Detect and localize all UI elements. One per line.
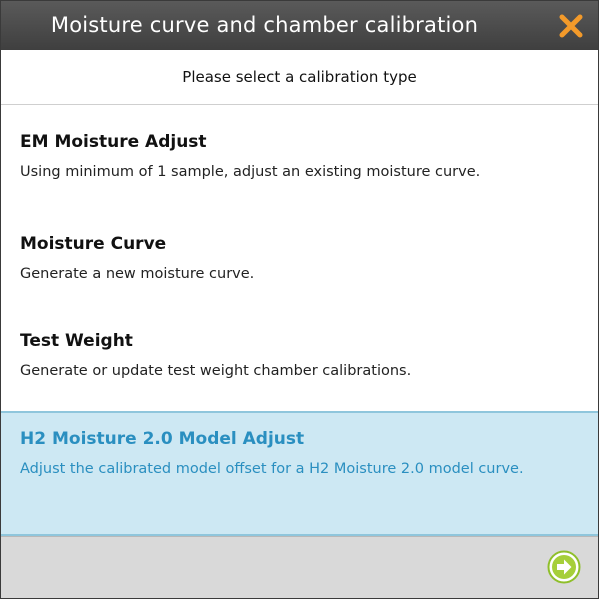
close-x-icon	[559, 14, 583, 38]
dialog-title: Moisture curve and chamber calibration	[50, 13, 479, 37]
instruction-text: Please select a calibration type	[182, 68, 417, 86]
option-title: H2 Moisture 2.0 Model Adjust	[20, 429, 305, 449]
footer-bar	[1, 536, 598, 598]
close-button[interactable]	[558, 13, 584, 39]
option-description: Generate or update test weight chamber c…	[20, 363, 412, 379]
option-title: Test Weight	[20, 331, 133, 351]
option-description: Generate a new moisture curve.	[20, 266, 255, 282]
instruction-bar: Please select a calibration type	[1, 50, 598, 105]
option-test-weight[interactable]: Test Weight Generate or update test weig…	[1, 331, 598, 391]
next-button[interactable]	[547, 550, 581, 584]
option-title: Moisture Curve	[20, 234, 167, 254]
option-description: Using minimum of 1 sample, adjust an exi…	[20, 164, 481, 180]
option-title: EM Moisture Adjust	[20, 132, 207, 152]
option-h2-moisture-model-adjust[interactable]: H2 Moisture 2.0 Model Adjust Adjust the …	[1, 411, 598, 536]
option-em-moisture-adjust[interactable]: EM Moisture Adjust Using minimum of 1 sa…	[1, 132, 598, 192]
option-description: Adjust the calibrated model offset for a…	[20, 461, 524, 477]
calibration-dialog: Moisture curve and chamber calibration P…	[0, 0, 599, 599]
option-moisture-curve[interactable]: Moisture Curve Generate a new moisture c…	[1, 234, 598, 294]
arrow-right-circle-icon	[547, 550, 581, 584]
title-bar: Moisture curve and chamber calibration	[1, 1, 598, 50]
